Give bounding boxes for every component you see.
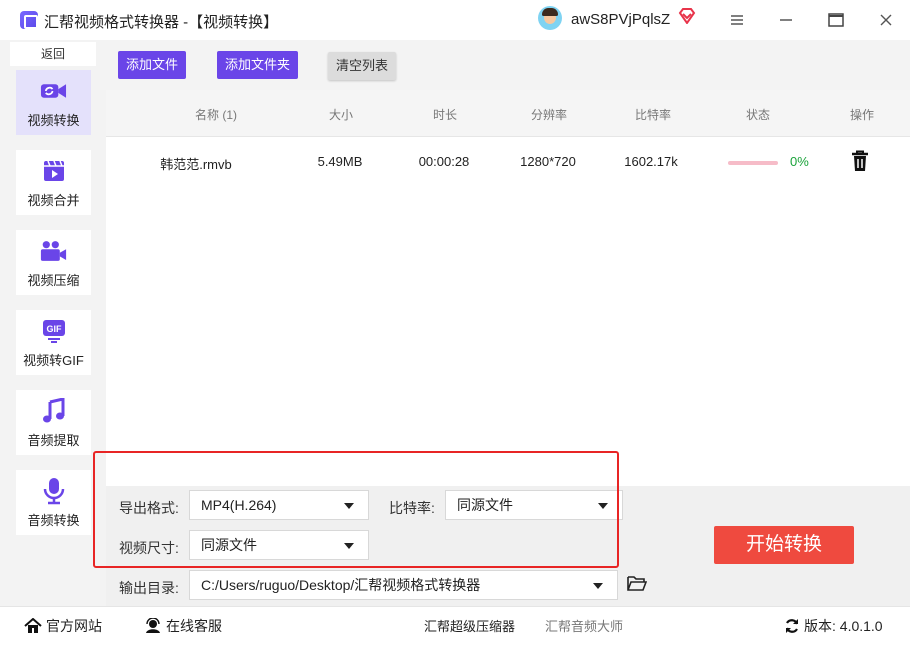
column-bitrate: 比特率 xyxy=(634,108,671,122)
file-duration: 00:00:28 xyxy=(418,154,470,169)
username[interactable]: awS8PVjPqlsZ xyxy=(571,11,670,28)
online-support-label: 在线客服 xyxy=(166,618,222,634)
film-clip-icon xyxy=(40,160,67,182)
toolbar: 添加文件 添加文件夹 清空列表 xyxy=(106,40,910,90)
sidebar-item-label: 音频提取 xyxy=(27,433,80,448)
vip-diamond-icon[interactable] xyxy=(678,8,696,29)
official-website-link[interactable]: 官方网站 xyxy=(24,616,102,636)
microphone-icon xyxy=(40,478,67,505)
sidebar-item-audio-convert[interactable]: 音频转换 xyxy=(16,470,91,535)
format-select[interactable]: MP4(H.264) xyxy=(189,490,369,520)
file-size: 5.49MB xyxy=(317,154,363,169)
gif-icon: GIF xyxy=(40,320,67,343)
column-duration: 时长 xyxy=(432,108,457,122)
sidebar-item-video-convert[interactable]: 视频转换 xyxy=(16,70,91,135)
output-dir-select[interactable]: C:/Users/ruguo/Desktop/汇帮视频格式转换器 xyxy=(189,570,618,600)
bitrate-value: 同源文件 xyxy=(457,497,513,513)
video-convert-icon xyxy=(40,80,67,102)
sidebar: 返回 视频转换 视频合并 视频压缩 GIF 视频转GIF 音频提取 音频转换 xyxy=(0,40,106,606)
footer: 官方网站 在线客服 汇帮超级压缩器 汇帮音频大师 版本: 4.0.1.0 xyxy=(0,606,910,649)
trash-icon[interactable] xyxy=(850,150,870,172)
sidebar-item-label: 音频转换 xyxy=(27,513,80,528)
audio-master-link[interactable]: 汇帮音频大师 xyxy=(545,616,623,635)
chevron-down-icon xyxy=(593,583,603,589)
chevron-down-icon xyxy=(344,543,354,549)
bitrate-select[interactable]: 同源文件 xyxy=(445,490,623,520)
video-size-label: 视频尺寸: xyxy=(119,540,179,556)
settings-panel: 导出格式: MP4(H.264) 比特率: 同源文件 视频尺寸: 同源文件 输出… xyxy=(106,486,910,606)
progress-bar xyxy=(728,161,778,165)
svg-text:GIF: GIF xyxy=(46,324,62,334)
sidebar-item-video-gif[interactable]: GIF 视频转GIF xyxy=(16,310,91,375)
video-size-select[interactable]: 同源文件 xyxy=(189,530,369,560)
format-label: 导出格式: xyxy=(119,500,179,516)
title-bar: 汇帮视频格式转换器 -【视频转换】 awS8PVjPqlsZ xyxy=(0,0,910,40)
chevron-down-icon xyxy=(344,503,354,509)
sidebar-item-video-merge[interactable]: 视频合并 xyxy=(16,150,91,215)
music-note-icon xyxy=(40,398,67,423)
main-panel: 添加文件 添加文件夹 清空列表 名称 (1) 大小 时长 分辨率 比特率 状态 … xyxy=(106,40,910,486)
home-icon xyxy=(24,618,42,633)
file-bitrate: 1602.17k xyxy=(624,154,678,169)
column-size: 大小 xyxy=(328,108,353,122)
online-support-link[interactable]: 在线客服 xyxy=(144,616,222,636)
super-compressor-link[interactable]: 汇帮超级压缩器 xyxy=(424,616,515,635)
sidebar-item-label: 视频转GIF xyxy=(23,353,84,368)
version-label: 版本: 4.0.1.0 xyxy=(804,618,883,634)
start-convert-button[interactable]: 开始转换 xyxy=(714,526,854,564)
official-website-label: 官方网站 xyxy=(46,618,102,634)
app-logo-icon xyxy=(20,11,38,29)
sidebar-item-label: 视频转换 xyxy=(27,113,80,128)
video-size-value: 同源文件 xyxy=(201,537,257,553)
camera-compress-icon xyxy=(40,240,67,262)
chevron-down-icon xyxy=(598,503,608,509)
column-name: 名称 (1) xyxy=(194,108,237,122)
column-status: 状态 xyxy=(745,108,770,122)
app-title: 汇帮视频格式转换器 -【视频转换】 xyxy=(44,14,279,31)
output-dir-label: 输出目录: xyxy=(119,580,179,596)
sidebar-item-label: 视频合并 xyxy=(27,193,80,208)
file-resolution: 1280*720 xyxy=(520,154,576,169)
column-action: 操作 xyxy=(849,108,874,122)
sidebar-item-label: 视频压缩 xyxy=(27,273,80,288)
output-dir-value: C:/Users/ruguo/Desktop/汇帮视频格式转换器 xyxy=(201,577,481,593)
version-info[interactable]: 版本: 4.0.1.0 xyxy=(784,616,883,636)
refresh-icon xyxy=(785,619,799,633)
sidebar-item-audio-extract[interactable]: 音频提取 xyxy=(16,390,91,455)
table-header: 名称 (1) 大小 时长 分辨率 比特率 状态 操作 xyxy=(106,90,910,137)
file-name: 韩范范.rmvb xyxy=(160,157,232,172)
maximize-icon[interactable] xyxy=(822,8,850,32)
menu-icon[interactable] xyxy=(723,8,751,32)
progress-percent: 0% xyxy=(790,154,809,169)
minimize-icon[interactable] xyxy=(772,8,800,32)
add-file-button[interactable]: 添加文件 xyxy=(118,51,186,79)
table-row[interactable]: 韩范范.rmvb 5.49MB 00:00:28 1280*720 1602.1… xyxy=(106,137,910,189)
column-resolution: 分辨率 xyxy=(530,108,567,122)
add-folder-button[interactable]: 添加文件夹 xyxy=(217,51,298,79)
sidebar-item-video-compress[interactable]: 视频压缩 xyxy=(16,230,91,295)
user-avatar[interactable] xyxy=(538,6,562,30)
support-agent-icon xyxy=(146,618,160,633)
back-button[interactable]: 返回 xyxy=(10,42,96,66)
folder-open-icon[interactable] xyxy=(627,575,648,592)
close-icon[interactable] xyxy=(872,8,900,32)
bitrate-label: 比特率: xyxy=(389,500,435,516)
clear-list-button[interactable]: 清空列表 xyxy=(328,52,396,80)
format-value: MP4(H.264) xyxy=(201,497,277,513)
